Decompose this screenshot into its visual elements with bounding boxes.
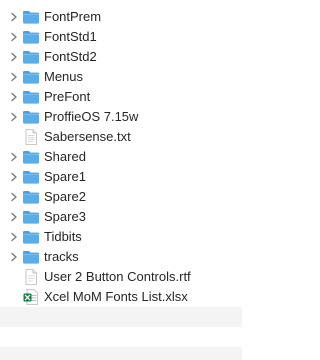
file-name: PreFont (44, 89, 91, 104)
folder-icon (22, 189, 40, 205)
folder-icon (22, 109, 40, 125)
folder-icon (22, 89, 40, 105)
folder-row[interactable]: Spare2 (0, 187, 242, 207)
file-name: FontPrem (44, 9, 102, 24)
disclosure-chevron-icon[interactable] (9, 32, 19, 42)
folder-row[interactable]: FontStd1 (0, 27, 242, 47)
file-name: Sabersense.txt (44, 129, 131, 144)
folder-icon (22, 49, 40, 65)
disclosure-chevron-icon[interactable] (9, 92, 19, 102)
file-name: User 2 Button Controls.rtf (44, 269, 191, 284)
excel-spreadsheet-icon (22, 289, 40, 305)
disclosure-chevron-icon[interactable] (9, 192, 19, 202)
rtf-document-icon (22, 269, 40, 285)
folder-icon (22, 249, 40, 265)
list-empty-row (0, 327, 242, 347)
disclosure-chevron-icon[interactable] (9, 112, 19, 122)
folder-icon (22, 9, 40, 25)
file-name: tracks (44, 249, 79, 264)
folder-icon (22, 29, 40, 45)
folder-icon (22, 209, 40, 225)
folder-icon (22, 229, 40, 245)
folder-row[interactable]: FontStd2 (0, 47, 242, 67)
disclosure-chevron-icon[interactable] (9, 232, 19, 242)
folder-row[interactable]: Spare1 (0, 167, 242, 187)
folder-row[interactable]: Spare3 (0, 207, 242, 227)
file-row[interactable]: User 2 Button Controls.rtf (0, 267, 242, 287)
folder-row[interactable]: Tidbits (0, 227, 242, 247)
folder-row[interactable]: FontPrem (0, 7, 242, 27)
folder-row[interactable]: ProffieOS 7.15w (0, 107, 242, 127)
file-row[interactable]: Sabersense.txt (0, 127, 242, 147)
file-name: Tidbits (44, 229, 82, 244)
file-name: Shared (44, 149, 86, 164)
file-name: FontStd2 (44, 49, 97, 64)
folder-row[interactable]: tracks (0, 247, 242, 267)
file-name: Spare1 (44, 169, 86, 184)
folder-icon (22, 169, 40, 185)
folder-icon (22, 149, 40, 165)
folder-row[interactable]: Shared (0, 147, 242, 167)
file-name: Xcel MoM Fonts List.xlsx (44, 289, 188, 304)
disclosure-chevron-icon[interactable] (9, 212, 19, 222)
list-empty-row (0, 347, 242, 360)
file-name: FontStd1 (44, 29, 97, 44)
file-name: Spare2 (44, 189, 86, 204)
file-name: ProffieOS 7.15w (44, 109, 139, 124)
disclosure-chevron-icon[interactable] (9, 152, 19, 162)
list-empty-row (0, 307, 242, 327)
disclosure-chevron-icon[interactable] (9, 72, 19, 82)
file-row[interactable]: Xcel MoM Fonts List.xlsx (0, 287, 242, 307)
file-list: FontPrem FontStd1 FontStd2 Menus PreFont Prof… (0, 7, 242, 347)
disclosure-chevron-icon[interactable] (9, 252, 19, 262)
file-name: Menus (44, 69, 84, 84)
folder-row[interactable]: Menus (0, 67, 242, 87)
disclosure-chevron-icon[interactable] (9, 52, 19, 62)
folder-icon (22, 69, 40, 85)
folder-row[interactable]: PreFont (0, 87, 242, 107)
file-name: Spare3 (44, 209, 86, 224)
disclosure-chevron-icon[interactable] (9, 12, 19, 22)
disclosure-chevron-icon[interactable] (9, 172, 19, 182)
text-document-icon (22, 129, 40, 145)
